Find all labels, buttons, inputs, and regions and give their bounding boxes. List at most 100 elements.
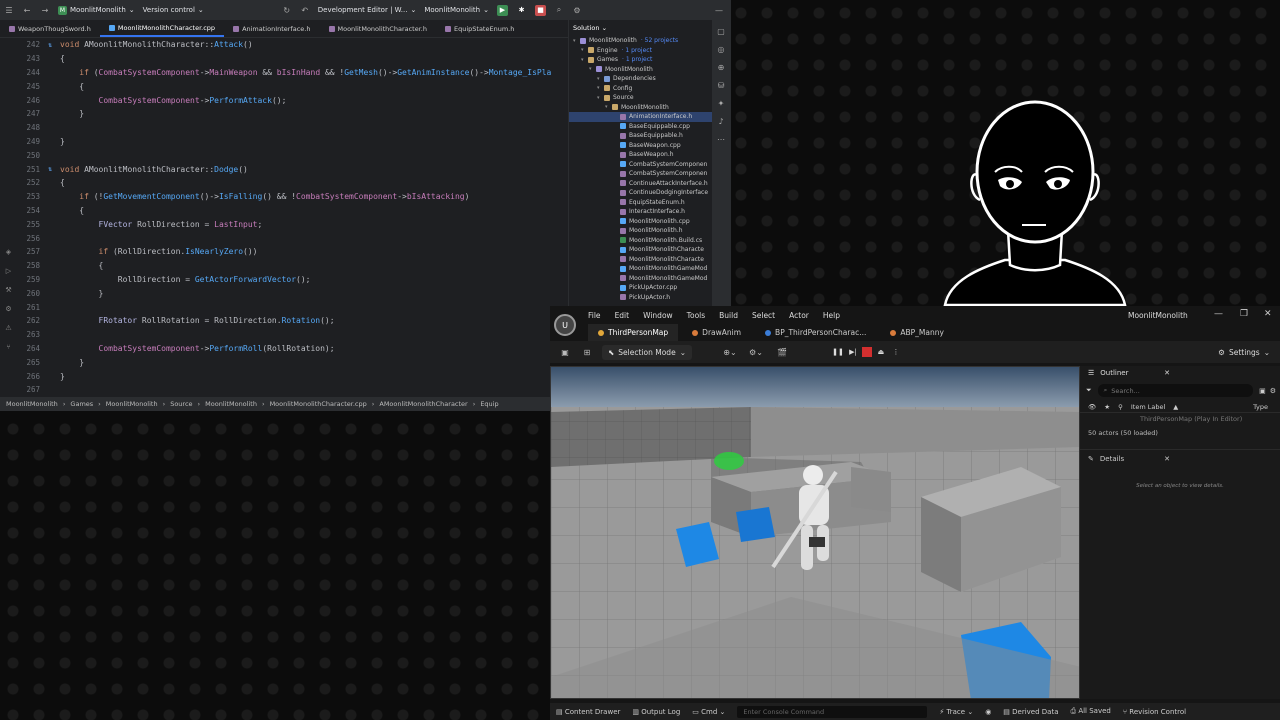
solution-tree-item[interactable]: PickUpActor.h bbox=[569, 293, 712, 303]
code-line[interactable]: 262 FRotator RollRotation = RollDirectio… bbox=[18, 314, 568, 328]
code-line[interactable]: 259 RollDirection = GetActorForwardVecto… bbox=[18, 273, 568, 287]
solution-tree-item[interactable]: ▾ Source bbox=[569, 93, 712, 103]
close-icon[interactable]: ✕ bbox=[1164, 455, 1170, 463]
ai-assistant-icon[interactable]: ✦ bbox=[716, 99, 726, 109]
menu-item[interactable]: Help bbox=[823, 311, 840, 320]
solution-tree-item[interactable]: MoonlitMonolith.Build.cs bbox=[569, 236, 712, 246]
revision-control-button[interactable]: ⑂ Revision Control bbox=[1123, 708, 1186, 716]
solution-tree-item[interactable]: PickUpActor.cpp bbox=[569, 283, 712, 293]
search-icon[interactable]: ⌕ bbox=[554, 5, 564, 15]
menu-item[interactable]: Actor bbox=[789, 311, 809, 320]
settings-button[interactable]: ⚙ Settings ⌄ bbox=[1218, 348, 1270, 357]
solution-tree-item[interactable]: ▾ Games · 1 project bbox=[569, 55, 712, 65]
menu-item[interactable]: Select bbox=[752, 311, 775, 320]
level-viewport[interactable] bbox=[550, 366, 1080, 699]
trace-button[interactable]: ⚡ Trace ⌄ bbox=[939, 708, 973, 716]
gutter-marker-icon[interactable]: ⇅ bbox=[48, 41, 60, 49]
solution-tree-item[interactable]: BaseEquippable.cpp bbox=[569, 122, 712, 132]
more-icon[interactable]: ⋯ bbox=[716, 135, 726, 145]
editor-tab[interactable]: EquipStateEnum.h bbox=[436, 20, 523, 37]
star-icon[interactable]: ★ bbox=[1104, 403, 1110, 411]
build-tool-icon[interactable]: ⚒ bbox=[4, 286, 13, 295]
commit-icon[interactable]: ◎ bbox=[716, 45, 726, 55]
folder-icon[interactable]: ▢ bbox=[716, 27, 726, 37]
code-line[interactable]: 242 ⇅ void AMoonlitMonolithCharacter:: Atta… bbox=[18, 38, 568, 52]
minimize-icon[interactable]: — bbox=[1214, 309, 1223, 319]
cmd-dropdown[interactable]: ▭ Cmd ⌄ bbox=[692, 708, 725, 716]
solution-header[interactable]: Solution ⌄ bbox=[569, 20, 712, 36]
solution-tree-item[interactable]: ▾ Config bbox=[569, 84, 712, 94]
col-item-label[interactable]: Item Label bbox=[1131, 403, 1165, 411]
code-line[interactable]: 245 { bbox=[18, 79, 568, 93]
bookmark-icon[interactable]: ◈ bbox=[4, 248, 13, 257]
content-drawer-button[interactable]: ▤ Content Drawer bbox=[556, 708, 620, 716]
editor-tab[interactable]: AnimationInterface.h bbox=[224, 20, 319, 37]
pause-icon[interactable]: ❚❚ bbox=[832, 346, 844, 358]
solution-tree-item[interactable]: MoonlitMonolith.cpp bbox=[569, 217, 712, 227]
solution-tree-item[interactable]: MoonlitMonolithCharacte bbox=[569, 255, 712, 265]
solution-tree-item[interactable]: BaseWeapon.h bbox=[569, 150, 712, 160]
code-line[interactable]: 267 bbox=[18, 383, 568, 395]
save-all-button[interactable]: ⎙ All Saved bbox=[1071, 707, 1111, 716]
code-line[interactable]: 243 { bbox=[18, 52, 568, 66]
add-folder-icon[interactable]: ▣ bbox=[1259, 387, 1266, 395]
code-line[interactable]: 264 CombatSystemComponent -> PerformRoll (R… bbox=[18, 342, 568, 356]
code-line[interactable]: 250 bbox=[18, 148, 568, 162]
solution-tree-item[interactable]: MoonlitMonolith.h bbox=[569, 226, 712, 236]
solution-tree-item[interactable]: ▾ MoonlitMonolith bbox=[569, 65, 712, 75]
breadcrumb-item[interactable]: AMoonlitMonolithCharacter bbox=[379, 400, 467, 408]
code-line[interactable]: 266} bbox=[18, 369, 568, 383]
pin-icon[interactable]: ⚲ bbox=[1118, 403, 1123, 411]
solution-tree-item[interactable]: ▾ Engine · 1 project bbox=[569, 46, 712, 56]
visibility-icon[interactable]: 👁 bbox=[1088, 403, 1096, 411]
eject-icon[interactable]: ⏏ bbox=[875, 346, 887, 358]
record-icon[interactable]: ◉ bbox=[985, 708, 991, 716]
refresh-icon[interactable]: ↻ bbox=[282, 5, 292, 15]
menu-item[interactable]: Tools bbox=[687, 311, 705, 320]
asset-tab[interactable]: DrawAnim bbox=[682, 324, 751, 341]
code-line[interactable]: 249} bbox=[18, 135, 568, 149]
solution-tree-item[interactable]: CombatSystemComponen bbox=[569, 160, 712, 170]
filter-icon[interactable]: ⏷ bbox=[1086, 386, 1092, 395]
code-line[interactable]: 247 } bbox=[18, 107, 568, 121]
project-selector[interactable]: M MoonlitMonolith ⌄ bbox=[58, 5, 135, 15]
cinematics-icon[interactable]: 🎬 bbox=[772, 344, 792, 360]
solution-tree-item[interactable]: ▾ MoonlitMonolith bbox=[569, 103, 712, 113]
solution-tree-item[interactable]: CombatSystemComponen bbox=[569, 169, 712, 179]
solution-tree-item[interactable]: MoonlitMonolithGameMod bbox=[569, 274, 712, 284]
stop-button[interactable] bbox=[861, 347, 872, 357]
selection-mode-dropdown[interactable]: ⬉ Selection Mode ⌄ bbox=[602, 344, 692, 360]
col-type[interactable]: Type bbox=[1253, 403, 1268, 411]
code-line[interactable]: 255 FVector RollDirection = LastInput; bbox=[18, 217, 568, 231]
menu-item[interactable]: Edit bbox=[615, 311, 630, 320]
blueprint-icon[interactable]: ⚙⌄ bbox=[746, 344, 766, 360]
console-input[interactable]: Enter Console Command bbox=[737, 705, 928, 718]
content-browse-icon[interactable]: ⊞ bbox=[580, 344, 594, 360]
derived-data-button[interactable]: ▤ Derived Data bbox=[1003, 708, 1058, 716]
code-line[interactable]: 254 { bbox=[18, 204, 568, 218]
expand-chevron-icon[interactable]: ▾ bbox=[589, 66, 596, 72]
code-line[interactable]: 256 bbox=[18, 231, 568, 245]
editor-tab[interactable]: MoonlitMonolithCharacter.h bbox=[320, 20, 436, 37]
code-line[interactable]: 265 } bbox=[18, 355, 568, 369]
add-actor-icon[interactable]: ⊕⌄ bbox=[720, 344, 740, 360]
breadcrumb-item[interactable]: MoonlitMonolith bbox=[106, 400, 158, 408]
menu-item[interactable]: Build bbox=[719, 311, 738, 320]
step-icon[interactable]: ▶| bbox=[847, 346, 859, 358]
solution-tree-item[interactable]: MoonlitMonolithCharacte bbox=[569, 245, 712, 255]
expand-chevron-icon[interactable]: ▾ bbox=[597, 95, 604, 101]
asset-tab[interactable]: BP_ThirdPersonCharac... bbox=[755, 324, 876, 341]
code-editor[interactable]: 242 ⇅ void AMoonlitMonolithCharacter:: Atta… bbox=[18, 38, 568, 395]
code-line[interactable]: 261 bbox=[18, 300, 568, 314]
breadcrumb-item[interactable]: MoonlitMonolithCharacter.cpp bbox=[270, 400, 367, 408]
solution-tree-item[interactable]: ContinueAttackInterface.h bbox=[569, 179, 712, 189]
code-line[interactable]: 251 ⇅ void AMoonlitMonolithCharacter:: Dodg… bbox=[18, 162, 568, 176]
undo-icon[interactable]: ↶ bbox=[300, 5, 310, 15]
code-line[interactable]: 253 if (! GetMovementComponent ()-> IsFalli… bbox=[18, 190, 568, 204]
code-line[interactable]: 257 if (RollDirection. IsNearlyZero()) bbox=[18, 245, 568, 259]
globe-icon[interactable]: ⊕ bbox=[716, 63, 726, 73]
solution-tree-item[interactable]: ContinueDodgingInterface bbox=[569, 188, 712, 198]
more-options-icon[interactable]: ⋮ bbox=[890, 346, 902, 358]
expand-chevron-icon[interactable]: ▾ bbox=[581, 57, 588, 63]
gear-icon[interactable]: ⚙ bbox=[1270, 387, 1276, 395]
